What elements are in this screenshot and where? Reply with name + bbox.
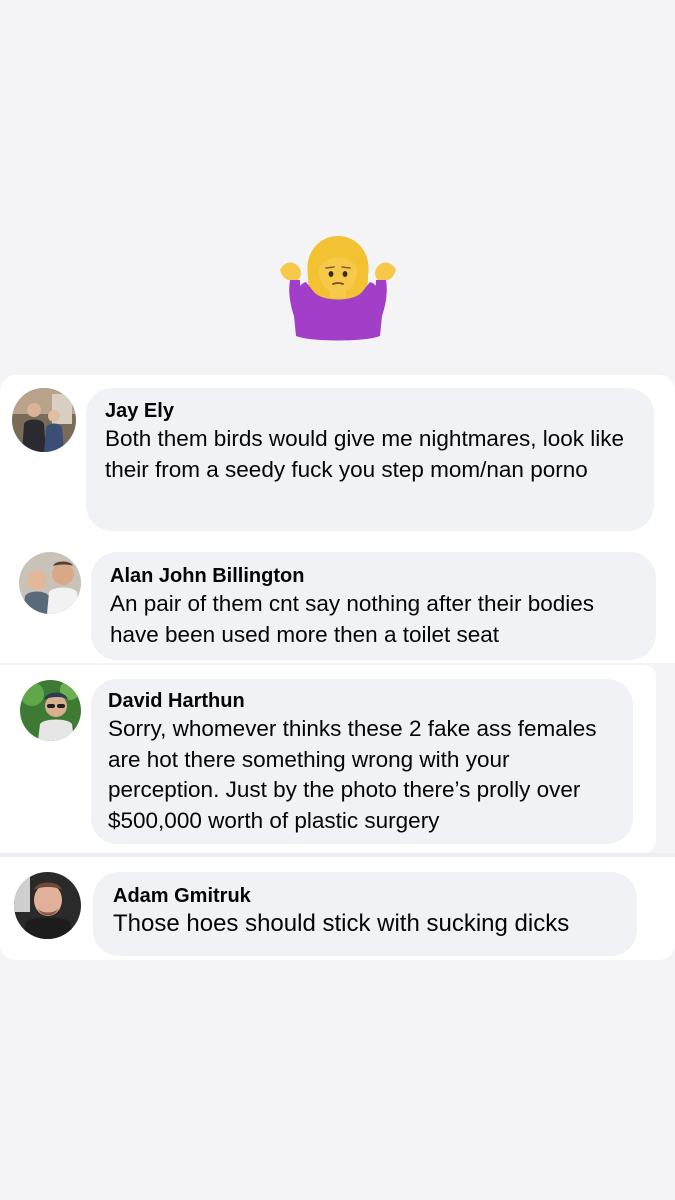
avatar[interactable] (14, 872, 81, 939)
person-shrugging-icon (280, 236, 396, 341)
comment-text: Those hoes should stick with sucking dic… (113, 910, 570, 937)
comment-text: Sorry, whomever thinks these 2 fake ass … (108, 716, 597, 833)
comment-bubble[interactable]: David Harthun Sorry, whomever thinks the… (91, 679, 633, 844)
comment-bubble[interactable]: Alan John Billington An pair of them cnt… (91, 552, 656, 660)
comments-screen: Jay Ely Both them birds would give me ni… (0, 0, 675, 1200)
avatar[interactable] (20, 680, 81, 741)
comment-bubble[interactable]: Adam Gmitruk Those hoes should stick wit… (93, 872, 637, 956)
comment-bubble[interactable]: Jay Ely Both them birds would give me ni… (86, 388, 654, 531)
avatar[interactable] (19, 552, 81, 614)
comment-text: An pair of them cnt say nothing after th… (110, 591, 595, 647)
comment-author[interactable]: Alan John Billington (110, 563, 642, 589)
comment-author[interactable]: David Harthun (108, 688, 619, 714)
avatar[interactable] (12, 388, 76, 452)
comment-text: Both them birds would give me nightmares… (105, 426, 624, 482)
comment-author[interactable]: Adam Gmitruk (113, 883, 623, 909)
comment-author[interactable]: Jay Ely (105, 398, 636, 424)
